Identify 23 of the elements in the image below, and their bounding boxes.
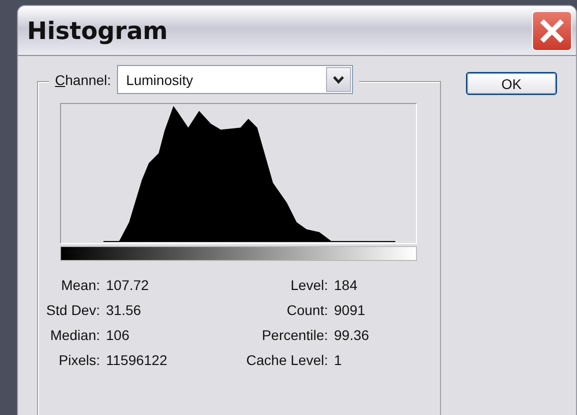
stat-label: Std Dev:	[45, 302, 100, 318]
caret-icon	[326, 67, 352, 92]
window-title: Histogram	[27, 16, 168, 44]
stat-label: Cache Level:	[245, 352, 328, 368]
close-icon	[539, 18, 565, 44]
ok-button[interactable]: OK	[466, 72, 557, 95]
stat-label: Pixels:	[58, 352, 100, 368]
close-button[interactable]	[532, 10, 572, 50]
stat-label: Level:	[290, 277, 328, 293]
stat-value: 1	[334, 352, 343, 368]
stat-value: 9091	[334, 302, 366, 318]
stat-label: Count:	[286, 302, 328, 318]
stat-value: 99.36	[334, 327, 370, 343]
stat-value: 107.72	[106, 277, 150, 293]
channel-label: Channel:	[55, 72, 112, 88]
stat-label: Percentile:	[260, 327, 328, 343]
stat-label: Mean:	[60, 277, 100, 293]
stat-value: 31.56	[106, 302, 142, 318]
stat-value: 184	[334, 277, 358, 293]
stat-value: 11596122	[106, 352, 168, 368]
stat-label: Median:	[49, 327, 100, 343]
channel-dropdown[interactable]: Luminosity	[117, 65, 354, 94]
stat-value: 106	[106, 327, 130, 343]
